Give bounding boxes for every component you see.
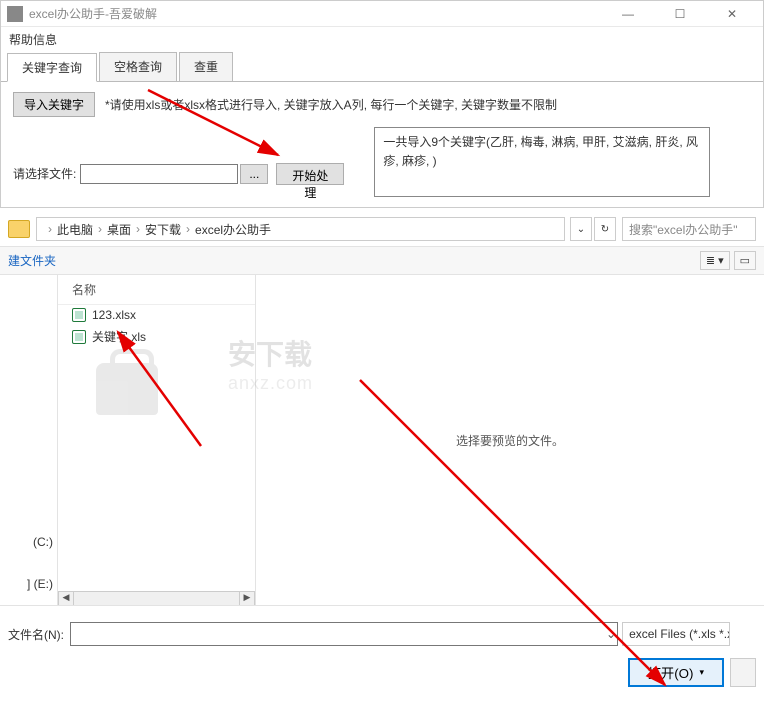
filename-label: 文件名(N): [8,626,64,643]
sidebar: (C:) ] (E:) [0,275,58,605]
file-list: 名称 123.xlsx 关键字.xls 安下载 anxz.com [58,275,256,605]
open-button[interactable]: 打开(O) ▾ [628,658,724,687]
xlsx-icon [72,308,86,322]
search-input[interactable]: 搜索"excel办公助手" [622,217,756,241]
column-name[interactable]: 名称 [58,275,255,305]
import-keywords-button[interactable]: 导入关键字 [13,92,95,117]
horizontal-scrollbar[interactable]: ◀ ▶ [58,591,255,605]
tabs: 关键字查询 空格查询 查重 [1,52,763,82]
dialog-actions: 打开(O) ▾ [0,654,764,697]
browse-button[interactable]: ... [240,164,268,184]
chevron-down-icon: ▾ [699,667,704,678]
scroll-left-icon[interactable]: ◀ [58,592,74,605]
window-controls: — ☐ ✕ [611,7,749,21]
drive-c[interactable]: (C:) [0,535,53,549]
start-process-button[interactable]: 开始处理 [276,163,344,185]
tab-dedup[interactable]: 查重 [179,52,233,81]
file-item-123[interactable]: 123.xlsx [58,305,255,325]
addr-dropdown-button[interactable]: ⌄ [570,217,592,241]
import-row: 导入关键字 *请使用xls或者xlsx格式进行导入, 关键字放入A列, 每行一个… [13,92,751,117]
close-button[interactable]: ✕ [715,7,749,21]
chevron-right-icon: › [48,222,52,236]
scroll-right-icon[interactable]: ▶ [239,592,255,605]
titlebar: excel办公助手-吾爱破解 — ☐ ✕ [1,1,763,27]
address-bar: › 此电脑 › 桌面 › 安下载 › excel办公助手 ⌄ ↻ 搜索"exce… [0,212,764,246]
app-window: excel办公助手-吾爱破解 — ☐ ✕ 帮助信息 关键字查询 空格查询 查重 … [0,0,764,208]
file-open-dialog: › 此电脑 › 桌面 › 安下载 › excel办公助手 ⌄ ↻ 搜索"exce… [0,212,764,697]
chevron-right-icon: › [186,222,190,236]
file-path-input[interactable] [80,164,238,184]
chevron-right-icon: › [98,222,102,236]
filename-bar: 文件名(N): ⌄ excel Files (*.xls *.xlsx) [0,605,764,654]
file-name: 关键字.xls [92,328,146,345]
breadcrumb-thispc[interactable]: 此电脑 [57,221,93,238]
drive-e[interactable]: ] (E:) [0,577,53,591]
filename-input[interactable] [70,622,618,646]
preview-message: 选择要预览的文件。 [456,432,564,449]
cancel-button[interactable] [730,658,756,687]
breadcrumb-anxiazai[interactable]: 安下载 [145,221,181,238]
minimize-button[interactable]: — [611,7,645,21]
new-folder-button[interactable]: 建文件夹 [8,252,56,269]
dialog-toolbar: 建文件夹 ≣▾ ▭ [0,246,764,275]
window-title: excel办公助手-吾爱破解 [29,5,611,22]
preview-icon: ▭ [740,254,750,267]
status-box: 一共导入9个关键字(乙肝, 梅毒, 淋病, 甲肝, 艾滋病, 肝炎, 风疹, 麻… [374,127,710,197]
file-type-filter[interactable]: excel Files (*.xls *.xlsx) [622,622,730,646]
choose-file-label: 请选择文件: [13,165,76,182]
preview-pane: 选择要预览的文件。 [256,275,764,605]
view-mode-button[interactable]: ≣▾ [700,251,730,270]
app-icon [7,6,23,22]
tab-panel: 导入关键字 *请使用xls或者xlsx格式进行导入, 关键字放入A列, 每行一个… [1,82,763,207]
chevron-right-icon: › [136,222,140,236]
file-area: (C:) ] (E:) 名称 123.xlsx 关键字.xls 安下载 anxz… [0,275,764,605]
xls-icon [72,330,86,344]
search-placeholder: 搜索"excel办公助手" [629,221,738,238]
folder-icon [8,220,30,238]
tab-space-query[interactable]: 空格查询 [99,52,177,81]
refresh-button[interactable]: ↻ [594,217,616,241]
import-hint: *请使用xls或者xlsx格式进行导入, 关键字放入A列, 每行一个关键字, 关… [105,96,557,113]
breadcrumb-excelhelper[interactable]: excel办公助手 [195,221,271,238]
breadcrumb-desktop[interactable]: 桌面 [107,221,131,238]
maximize-button[interactable]: ☐ [663,7,697,21]
file-name: 123.xlsx [92,308,136,322]
breadcrumb[interactable]: › 此电脑 › 桌面 › 安下载 › excel办公助手 [36,217,565,241]
preview-pane-button[interactable]: ▭ [734,251,756,270]
list-icon: ≣ [706,254,715,267]
menubar: 帮助信息 [1,27,763,52]
file-row: 请选择文件: ... 开始处理 一共导入9个关键字(乙肝, 梅毒, 淋病, 甲肝… [13,127,751,197]
file-item-keywords[interactable]: 关键字.xls [58,325,255,348]
tab-keyword-query[interactable]: 关键字查询 [7,53,97,82]
menu-help[interactable]: 帮助信息 [9,33,57,47]
